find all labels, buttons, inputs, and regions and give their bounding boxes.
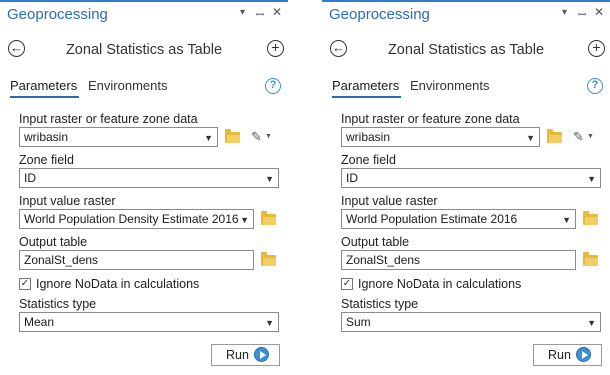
zone-field-label: Zone field [19,153,74,167]
ignore-nodata-checkbox[interactable]: ✓ [19,278,31,290]
chevron-down-icon: ▼ [526,133,535,143]
run-label: Run [548,348,571,362]
tab-parameters[interactable]: Parameters [10,78,77,93]
ignore-nodata-label: Ignore NoData in calculations [358,277,522,291]
add-icon[interactable]: + [588,40,605,57]
zone-field-value: ID [24,171,36,185]
stats-type-value: Sum [346,315,371,329]
pane-top-accent [0,0,288,2]
ignore-nodata-label: Ignore NoData in calculations [36,277,200,291]
help-icon[interactable]: ? [265,78,281,94]
stats-type-dropdown[interactable]: Mean ▼ [19,312,279,332]
run-button[interactable]: Run [533,344,602,366]
chevron-down-icon: ▼ [587,318,596,328]
folder-icon[interactable] [225,129,240,143]
geoprocessing-pane-right: Geoprocessing ▾ ꟷ ✕ ← Zonal Statistics a… [322,0,610,375]
ignore-nodata-checkbox[interactable]: ✓ [341,278,353,290]
folder-icon[interactable] [261,211,276,225]
zone-data-value: wribasin [346,130,391,144]
auto-hide-pin-icon[interactable]: ꟷ [256,7,264,21]
stats-type-label: Statistics type [341,297,419,311]
output-table-value: ZonalSt_dens [346,253,421,267]
pane-menu-icon[interactable]: ▾ [562,7,567,18]
value-raster-dropdown[interactable]: World Population Estimate 2016 ▼ [341,209,576,229]
run-label: Run [226,348,249,362]
chevron-down-icon: ▼ [240,215,249,225]
value-raster-dropdown[interactable]: World Population Density Estimate 2016 ▼ [19,209,254,229]
folder-icon[interactable] [583,252,598,266]
pencil-icon[interactable]: ✎ ▼ [251,129,272,144]
zone-data-label: Input raster or feature zone data [341,112,520,126]
auto-hide-pin-icon[interactable]: ꟷ [578,7,586,21]
zone-field-value: ID [346,171,358,185]
pane-top-accent [322,0,610,2]
value-raster-value: World Population Density Estimate 2016 [24,212,239,226]
run-play-icon [254,347,269,362]
geoprocessing-pane-left: Geoprocessing ▾ ꟷ ✕ ← Zonal Statistics a… [0,0,288,375]
zone-field-dropdown[interactable]: ID ▼ [19,168,279,188]
chevron-down-icon: ▼ [587,174,596,184]
folder-icon[interactable] [583,211,598,225]
add-icon[interactable]: + [267,40,284,57]
zone-data-dropdown[interactable]: wribasin ▼ [19,127,218,147]
zone-field-label: Zone field [341,153,396,167]
stats-type-value: Mean [24,315,55,329]
value-raster-label: Input value raster [19,194,116,208]
close-icon[interactable]: ✕ [594,5,604,19]
chevron-down-icon: ▼ [562,215,571,225]
folder-icon[interactable] [261,252,276,266]
chevron-down-icon: ▼ [265,174,274,184]
run-button[interactable]: Run [211,344,280,366]
stats-type-label: Statistics type [19,297,97,311]
zone-field-dropdown[interactable]: ID ▼ [341,168,601,188]
zone-data-value: wribasin [24,130,69,144]
tab-active-underline [10,96,79,98]
folder-icon[interactable] [547,129,562,143]
tab-environments[interactable]: Environments [88,78,167,93]
tool-name: Zonal Statistics as Table [387,42,545,58]
output-table-label: Output table [341,235,410,249]
tab-parameters[interactable]: Parameters [332,78,399,93]
pane-title: Geoprocessing [7,6,108,23]
chevron-down-icon: ▼ [204,133,213,143]
zone-data-dropdown[interactable]: wribasin ▼ [341,127,540,147]
stats-type-dropdown[interactable]: Sum ▼ [341,312,601,332]
pane-title: Geoprocessing [329,6,430,23]
close-icon[interactable]: ✕ [272,5,282,19]
help-icon[interactable]: ? [587,78,603,94]
output-table-input[interactable]: ZonalSt_dens [341,250,576,270]
output-table-input[interactable]: ZonalSt_dens [19,250,254,270]
run-play-icon [576,347,591,362]
chevron-down-icon: ▼ [265,318,274,328]
output-table-value: ZonalSt_dens [24,253,99,267]
tab-environments[interactable]: Environments [410,78,489,93]
zone-data-label: Input raster or feature zone data [19,112,198,126]
tool-name: Zonal Statistics as Table [65,42,223,58]
output-table-label: Output table [19,235,88,249]
value-raster-value: World Population Estimate 2016 [346,212,518,226]
value-raster-label: Input value raster [341,194,438,208]
tab-active-underline [332,96,401,98]
pencil-icon[interactable]: ✎ ▼ [573,129,594,144]
pane-menu-icon[interactable]: ▾ [240,7,245,18]
